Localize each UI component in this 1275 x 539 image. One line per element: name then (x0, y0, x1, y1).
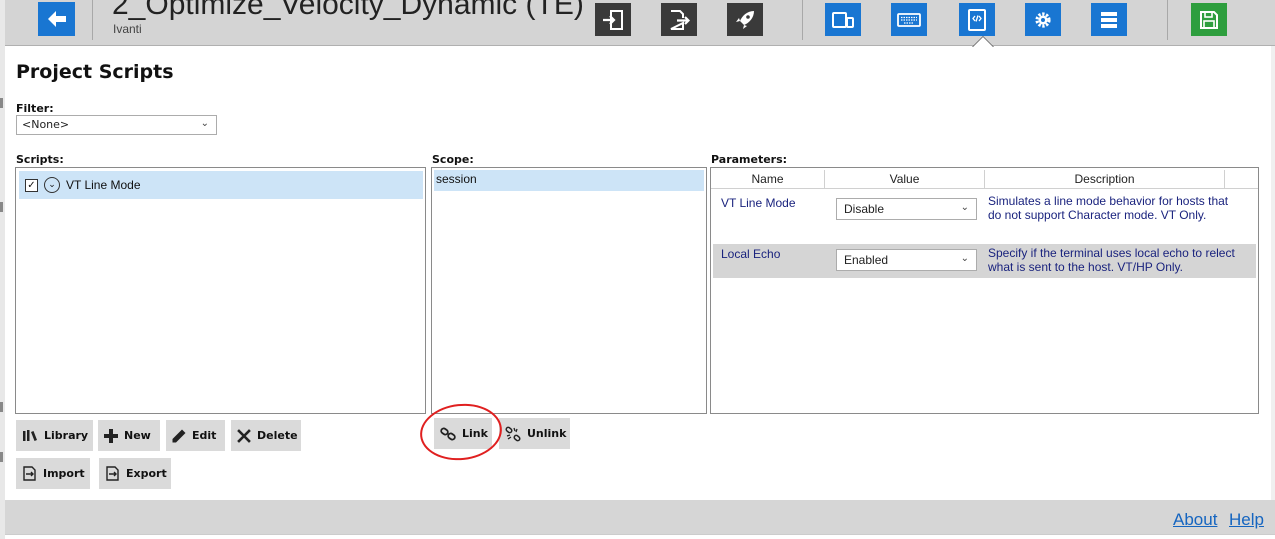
save-button[interactable] (1191, 3, 1227, 36)
plus-icon (104, 428, 118, 443)
library-label: Library (44, 429, 89, 442)
help-link[interactable]: Help (1229, 510, 1264, 530)
filter-value: <None> (22, 118, 70, 131)
keyboard-icon (897, 12, 921, 27)
save-icon (1200, 10, 1218, 29)
project-subtitle: Ivanti (113, 22, 142, 36)
project-title: 2_Optimize_Velocity_Dynamic (TE) (112, 0, 584, 21)
param-value: Enabled (844, 253, 889, 267)
scripts-label: Scripts: (16, 153, 64, 166)
server-list-button[interactable] (1091, 3, 1127, 36)
app-header: 2_Optimize_Velocity_Dynamic (TE) Ivanti (5, 0, 1275, 46)
import-label: Import (43, 467, 85, 480)
script-checkbox[interactable]: ✓ (25, 178, 38, 192)
table-row[interactable]: VT Line Mode Disable ⌄ Simulates a line … (713, 190, 1256, 242)
device-layout-icon (832, 11, 854, 28)
edit-label: Edit (192, 429, 217, 442)
library-icon (22, 429, 38, 442)
unlink-label: Unlink (527, 427, 567, 440)
export-script-button[interactable]: Export (99, 458, 171, 489)
unlink-icon (505, 426, 521, 442)
chevron-down-icon: ⌄ (960, 202, 969, 213)
edit-button[interactable]: Edit (166, 420, 225, 451)
footer-bar (5, 500, 1275, 534)
param-name: VT Line Mode (721, 196, 796, 210)
unlink-button[interactable]: Unlink (499, 418, 570, 449)
chevron-down-icon: ⌄ (960, 253, 969, 264)
param-description: Simulates a line mode behavior for hosts… (988, 194, 1229, 222)
back-button[interactable] (38, 2, 75, 36)
toolbar-divider (802, 0, 803, 40)
export-button[interactable] (661, 3, 697, 36)
import-script-button[interactable]: Import (16, 458, 90, 489)
edge-fragment (0, 402, 3, 412)
export-icon (670, 9, 690, 30)
deploy-button[interactable] (727, 3, 763, 36)
edge-fragment (0, 98, 3, 108)
gear-icon (1035, 11, 1051, 28)
filter-select[interactable]: <None> ⌄ (16, 115, 217, 135)
scope-list[interactable]: session (431, 167, 707, 414)
parameters-grid[interactable]: Name Value Description VT Line Mode Disa… (710, 167, 1259, 414)
toolbar-divider (1167, 0, 1168, 40)
chevron-down-icon: ⌄ (200, 118, 209, 129)
expand-chevron-icon[interactable]: ⌄ (44, 177, 60, 193)
active-tab-indicator (972, 36, 994, 47)
edge-fragment (0, 202, 3, 212)
keyboard-button[interactable] (891, 3, 927, 36)
script-name: VT Line Mode (66, 178, 141, 192)
column-header[interactable]: Name (711, 170, 825, 188)
column-header[interactable]: Value (825, 170, 985, 188)
import-icon (603, 9, 623, 30)
param-name: Local Echo (721, 247, 781, 261)
pencil-icon (172, 429, 186, 443)
device-layout-button[interactable] (825, 3, 861, 36)
parameters-label: Parameters: (711, 153, 788, 166)
column-header[interactable]: Description (985, 170, 1225, 188)
export-label: Export (126, 467, 167, 480)
param-value-select[interactable]: Enabled ⌄ (836, 249, 977, 271)
param-value: Disable (844, 202, 885, 216)
window-bottom-edge (5, 534, 1275, 539)
delete-button[interactable]: Delete (231, 420, 301, 451)
settings-button[interactable] (1025, 3, 1061, 36)
list-item[interactable]: ✓ ⌄ VT Line Mode (19, 171, 423, 199)
about-link[interactable]: About (1173, 510, 1217, 530)
delete-label: Delete (257, 429, 298, 442)
list-item[interactable]: session (434, 170, 704, 191)
new-label: New (124, 429, 151, 442)
arrow-left-icon (47, 11, 66, 27)
scripts-icon (968, 8, 986, 31)
edge-fragment (0, 452, 3, 462)
new-button[interactable]: New (98, 420, 160, 451)
server-list-icon (1101, 11, 1117, 28)
x-icon (237, 428, 251, 443)
param-description: Specify if the terminal uses local echo … (988, 246, 1235, 274)
param-value-select[interactable]: Disable ⌄ (836, 198, 977, 220)
table-row[interactable]: Local Echo Enabled ⌄ Specify if the term… (713, 244, 1256, 278)
header-divider (711, 188, 1258, 189)
window-left-edge (0, 0, 5, 539)
filter-label: Filter: (16, 102, 54, 115)
import-icon (22, 466, 37, 481)
library-button[interactable]: Library (16, 420, 93, 451)
export-icon (105, 466, 120, 481)
scope-label: Scope: (432, 153, 474, 166)
scripts-list[interactable]: ✓ ⌄ VT Line Mode (15, 167, 426, 414)
rocket-icon (736, 10, 754, 29)
scripts-button[interactable] (959, 3, 995, 36)
window-right-edge (1271, 46, 1275, 500)
page-title: Project Scripts (16, 61, 174, 83)
header-divider (92, 0, 93, 40)
import-button[interactable] (595, 3, 631, 36)
